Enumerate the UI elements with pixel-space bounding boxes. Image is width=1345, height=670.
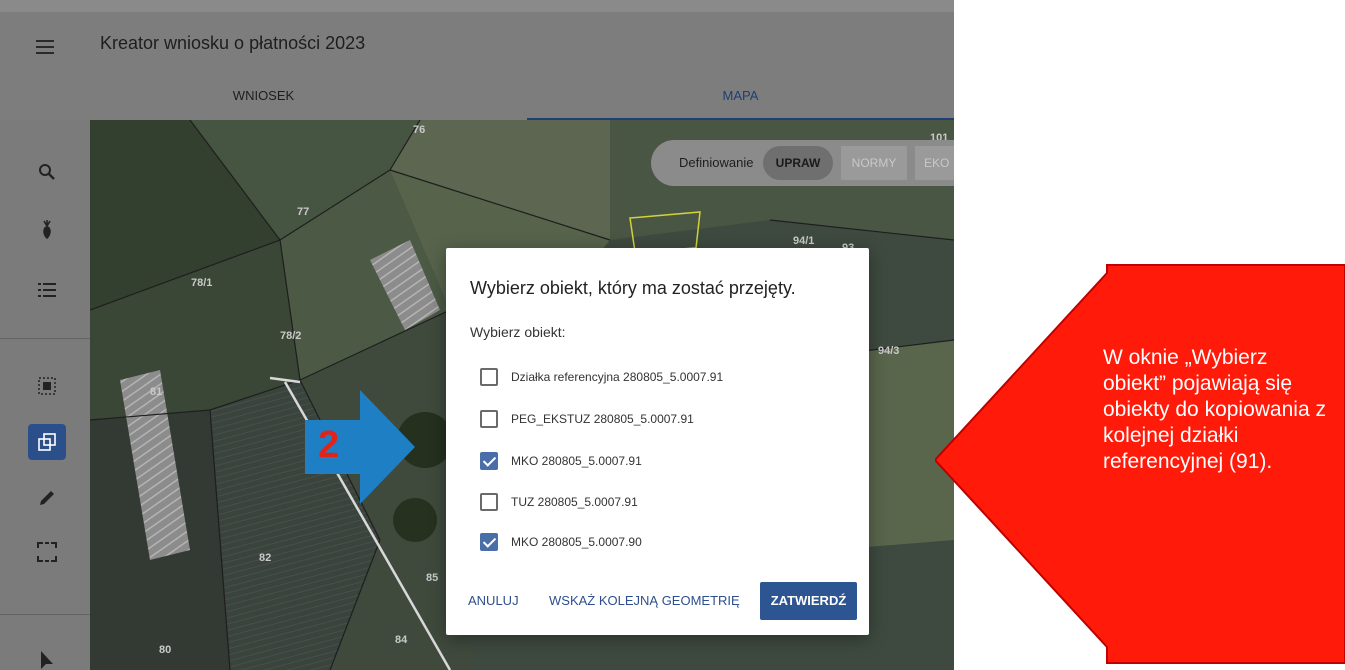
option-label: PEG_EKSTUZ 280805_5.0007.91: [511, 412, 694, 426]
object-option[interactable]: Działka referencyjna 280805_5.0007.91: [480, 365, 723, 389]
checkbox-checked[interactable]: [480, 452, 498, 470]
step-number: 2: [318, 424, 340, 466]
parcel-label: 84: [395, 634, 408, 646]
checkbox-checked[interactable]: [480, 533, 498, 551]
tab-mapa-label: MAPA: [722, 88, 759, 103]
crop-icon[interactable]: [28, 212, 66, 248]
parcel-label: 94/1: [793, 235, 815, 247]
callout-text: W oknie „Wybierz obiekt” pojawiają się o…: [1103, 346, 1326, 473]
next-geometry-button[interactable]: WSKAŻ KOLEJNĄ GEOMETRIĘ: [549, 582, 740, 620]
dialog-subtitle: Wybierz obiekt:: [470, 324, 566, 340]
chip-eko[interactable]: EKO: [915, 146, 954, 180]
parcel-label: 77: [297, 206, 310, 218]
pencil-icon[interactable]: [28, 480, 66, 516]
parcel-label: 78/1: [191, 277, 213, 289]
tab-mapa[interactable]: MAPA: [527, 72, 954, 120]
checkbox[interactable]: [480, 493, 498, 511]
search-icon[interactable]: [28, 154, 66, 190]
chip-normy[interactable]: NORMY: [841, 146, 907, 180]
toolbar-divider: [0, 338, 90, 339]
copy-geometry-icon[interactable]: [28, 424, 66, 460]
chip-upraw[interactable]: UPRAW: [763, 146, 833, 180]
select-area-icon[interactable]: [28, 368, 66, 404]
object-option[interactable]: MKO 280805_5.0007.90: [480, 530, 642, 554]
definition-mode-bar: Definiowanie UPRAW NORMY EKO: [651, 140, 954, 186]
option-label: MKO 280805_5.0007.91: [511, 454, 642, 468]
confirm-button[interactable]: ZATWIERDŹ: [760, 582, 857, 620]
select-object-dialog: Wybierz obiekt, który ma zostać przejęty…: [446, 248, 869, 635]
top-bar: Kreator wniosku o płatności 2023: [0, 12, 954, 72]
tab-wniosek[interactable]: WNIOSEK: [0, 72, 527, 120]
object-option[interactable]: PEG_EKSTUZ 280805_5.0007.91: [480, 407, 694, 431]
cursor-icon[interactable]: [28, 642, 66, 670]
dialog-title: Wybierz obiekt, który ma zostać przejęty…: [470, 278, 796, 298]
object-option[interactable]: MKO 280805_5.0007.91: [480, 449, 642, 473]
option-label: TUZ 280805_5.0007.91: [511, 495, 638, 509]
object-option[interactable]: TUZ 280805_5.0007.91: [480, 490, 638, 514]
checkbox[interactable]: [480, 410, 498, 428]
parcel-label: 81: [150, 386, 163, 398]
list-icon[interactable]: [28, 272, 66, 308]
option-label: MKO 280805_5.0007.90: [511, 535, 642, 549]
toolbar-divider: [0, 614, 90, 615]
parcel-label: 76: [413, 124, 426, 136]
definition-label: Definiowanie: [679, 155, 754, 170]
map-toolbar: [0, 120, 90, 670]
cancel-button[interactable]: ANULUJ: [468, 582, 519, 620]
hamburger-icon[interactable]: [36, 40, 56, 56]
parcel-label: 78/2: [280, 330, 302, 342]
rectangle-selection-icon[interactable]: [28, 534, 66, 570]
parcel-label: 82: [259, 552, 272, 564]
parcel-label: 94/3: [878, 345, 900, 357]
app-title: Kreator wniosku o płatności 2023: [100, 33, 366, 53]
app-window: Kreator wniosku o płatności 2023 WNIOSEK…: [0, 0, 954, 670]
option-label: Działka referencyjna 280805_5.0007.91: [511, 370, 724, 384]
parcel-label: 85: [426, 572, 439, 584]
checkbox[interactable]: [480, 368, 498, 386]
tab-bar: WNIOSEK MAPA: [0, 72, 954, 120]
parcel-label: 80: [159, 644, 172, 656]
